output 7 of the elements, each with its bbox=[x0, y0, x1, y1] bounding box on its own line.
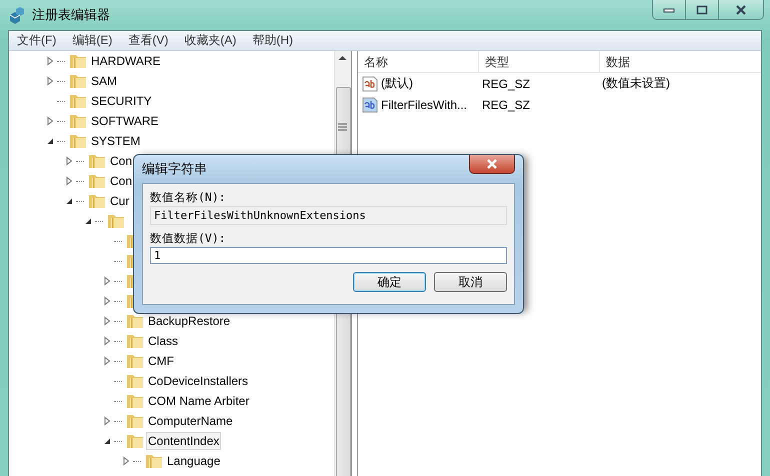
dialog-title: 编辑字符串 bbox=[142, 160, 207, 178]
value-type: REG_SZ bbox=[482, 98, 530, 112]
value-data: (数值未设置) bbox=[602, 75, 670, 92]
field-label: 数值数据(V): bbox=[150, 230, 226, 246]
field-label: 数值名称(N): bbox=[150, 190, 226, 204]
window-title: 注册表编辑器 bbox=[32, 6, 110, 24]
value-type: REG_SZ bbox=[482, 76, 530, 90]
